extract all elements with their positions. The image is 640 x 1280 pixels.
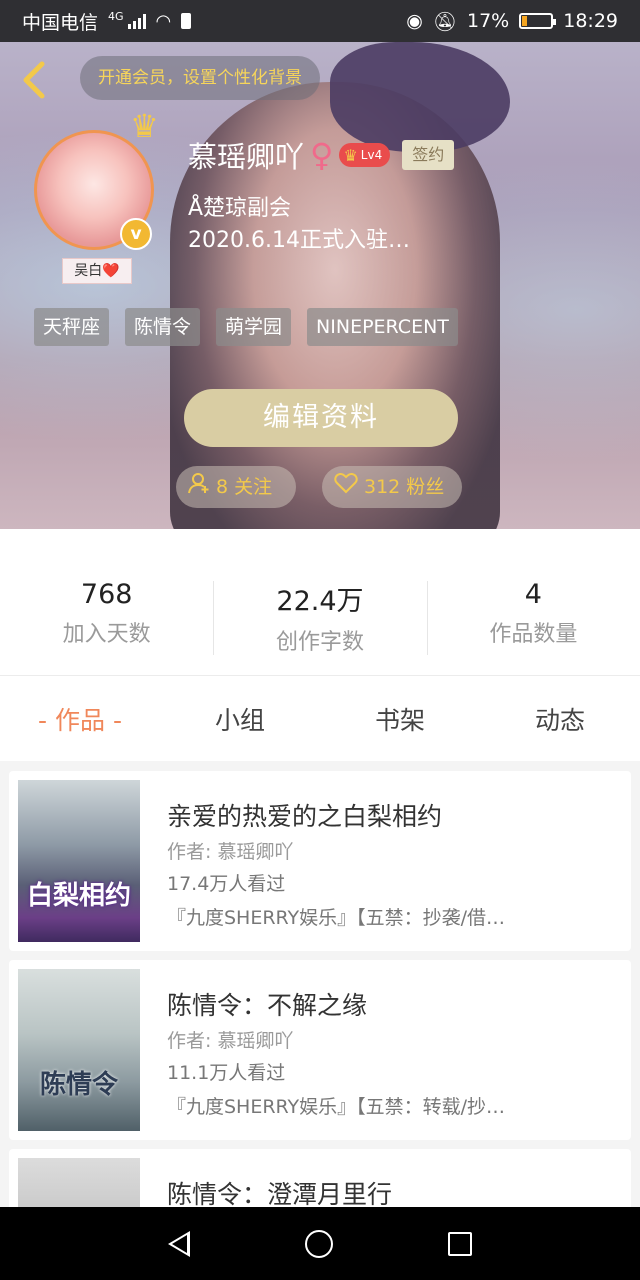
book-cover: 白梨相约 (18, 780, 140, 942)
work-author: 作者: 慕瑶卿吖 (167, 1030, 294, 1052)
tab-groups[interactable]: 小组 (160, 701, 320, 737)
cover-title: 陈情令 (39, 1070, 118, 1100)
tab-bookshelf[interactable]: 书架 (320, 701, 480, 737)
join-note: 2020.6.14正式入驻… (188, 228, 410, 253)
stat-label: 创作字数 (275, 630, 364, 655)
work-author: 作者: 慕瑶卿吖 (167, 841, 294, 863)
stat-days: 768 加入天数 (0, 579, 213, 675)
level-label: Lv4 (360, 148, 383, 162)
book-cover: 陈情令 (18, 969, 140, 1131)
back-button[interactable] (16, 58, 56, 102)
work-views: 11.1万人看过 (167, 1062, 286, 1084)
followers-count: 312 粉丝 (364, 476, 445, 498)
followers-button[interactable]: 312 粉丝 (322, 466, 462, 508)
guild-role: Å楚琼副会 (188, 196, 292, 221)
level-badge: ♛ Lv4 (339, 143, 391, 167)
username-row: 慕瑶卿吖 ♀ ♛ Lv4 签约 (188, 134, 455, 176)
female-gender-icon: ♀ (310, 136, 334, 174)
signed-tag: 签约 (402, 140, 455, 170)
carrier-label: 中国电信 (22, 11, 99, 34)
work-card[interactable]: 陈情令：澄潭月里行 (9, 1149, 631, 1207)
stat-value: 22.4万 (276, 586, 364, 617)
work-card[interactable]: 白梨相约 亲爱的热爱的之白梨相约 作者: 慕瑶卿吖 17.4万人看过 『九度SH… (9, 771, 631, 951)
nav-recents-icon[interactable] (448, 1231, 473, 1256)
work-description: 『九度SHERRY娱乐』【五禁：转载/抄… (167, 1096, 506, 1118)
work-description: 『九度SHERRY娱乐』【五禁：抄袭/借… (167, 907, 506, 929)
interest-tag[interactable]: 天秤座 (34, 308, 110, 346)
status-bar: 中国电信 4G ◠ ◉ 🔕︎ 17% 18:29 (0, 0, 640, 42)
cover-title: 白梨相约 (26, 881, 131, 911)
avatar-tag: 吴白❤️ (62, 258, 132, 284)
work-title: 陈情令：不解之缘 (167, 991, 368, 1020)
vip-background-tip[interactable]: 开通会员，设置个性化背景 (80, 56, 320, 100)
work-title: 亲爱的热爱的之白梨相约 (167, 802, 443, 831)
tab-activity[interactable]: 动态 (480, 701, 640, 737)
nav-home-icon[interactable] (304, 1229, 333, 1258)
battery-percent: 17% (467, 10, 510, 32)
wifi-icon: ◠ (155, 10, 172, 32)
battery-level (522, 16, 528, 26)
chevron-left-icon (23, 61, 45, 99)
nav-back-icon[interactable] (167, 1230, 190, 1257)
stat-value: 4 (524, 579, 542, 610)
mute-bell-icon: 🔕︎ (432, 10, 457, 33)
following-button[interactable]: 8 关注 (176, 466, 296, 508)
work-title: 陈情令：澄潭月里行 (167, 1180, 393, 1207)
heart-icon (334, 466, 358, 508)
interest-tag[interactable]: 萌学园 (216, 308, 292, 346)
work-views: 17.4万人看过 (167, 873, 286, 895)
system-nav-bar (0, 1207, 640, 1280)
level-crown-icon: ♛ (343, 145, 358, 165)
interest-tag[interactable]: 陈情令 (125, 308, 201, 346)
verified-badge: v (120, 218, 152, 250)
eye-icon: ◉ (406, 10, 423, 32)
battery-icon (519, 13, 557, 29)
stat-value: 768 (80, 579, 133, 610)
interest-tags: 天秤座 陈情令 萌学园 NINEPERCENT (34, 308, 458, 346)
book-cover (18, 1158, 140, 1207)
stats-panel: 768 加入天数 22.4万 创作字数 4 作品数量 (0, 529, 640, 675)
sim-icon (181, 13, 192, 29)
works-list: 白梨相约 亲爱的热爱的之白梨相约 作者: 慕瑶卿吖 17.4万人看过 『九度SH… (0, 761, 640, 1207)
add-user-icon (188, 466, 210, 508)
profile-tabs: - 作品 - 小组 书架 动态 (0, 675, 640, 761)
tab-works[interactable]: - 作品 - (0, 701, 160, 737)
clock: 18:29 (563, 10, 618, 32)
network-type: 4G (108, 9, 124, 23)
following-count: 8 关注 (216, 476, 273, 498)
signal-icon (127, 13, 146, 29)
stat-label: 作品数量 (489, 622, 578, 647)
profile-header: 开通会员，设置个性化背景 ♛ v 吴白❤️ 慕瑶卿吖 ♀ ♛ Lv4 签约 Å楚… (0, 42, 640, 529)
stat-words: 22.4万 创作字数 (213, 579, 426, 675)
username: 慕瑶卿吖 (188, 140, 305, 174)
interest-tag[interactable]: NINEPERCENT (307, 308, 458, 346)
stat-label: 加入天数 (62, 622, 151, 647)
stat-works: 4 作品数量 (426, 579, 640, 675)
work-card[interactable]: 陈情令 陈情令：不解之缘 作者: 慕瑶卿吖 11.1万人看过 『九度SHERRY… (9, 960, 631, 1140)
edit-profile-button[interactable]: 编辑资料 (184, 389, 458, 447)
crown-icon: ♛ (130, 107, 159, 145)
